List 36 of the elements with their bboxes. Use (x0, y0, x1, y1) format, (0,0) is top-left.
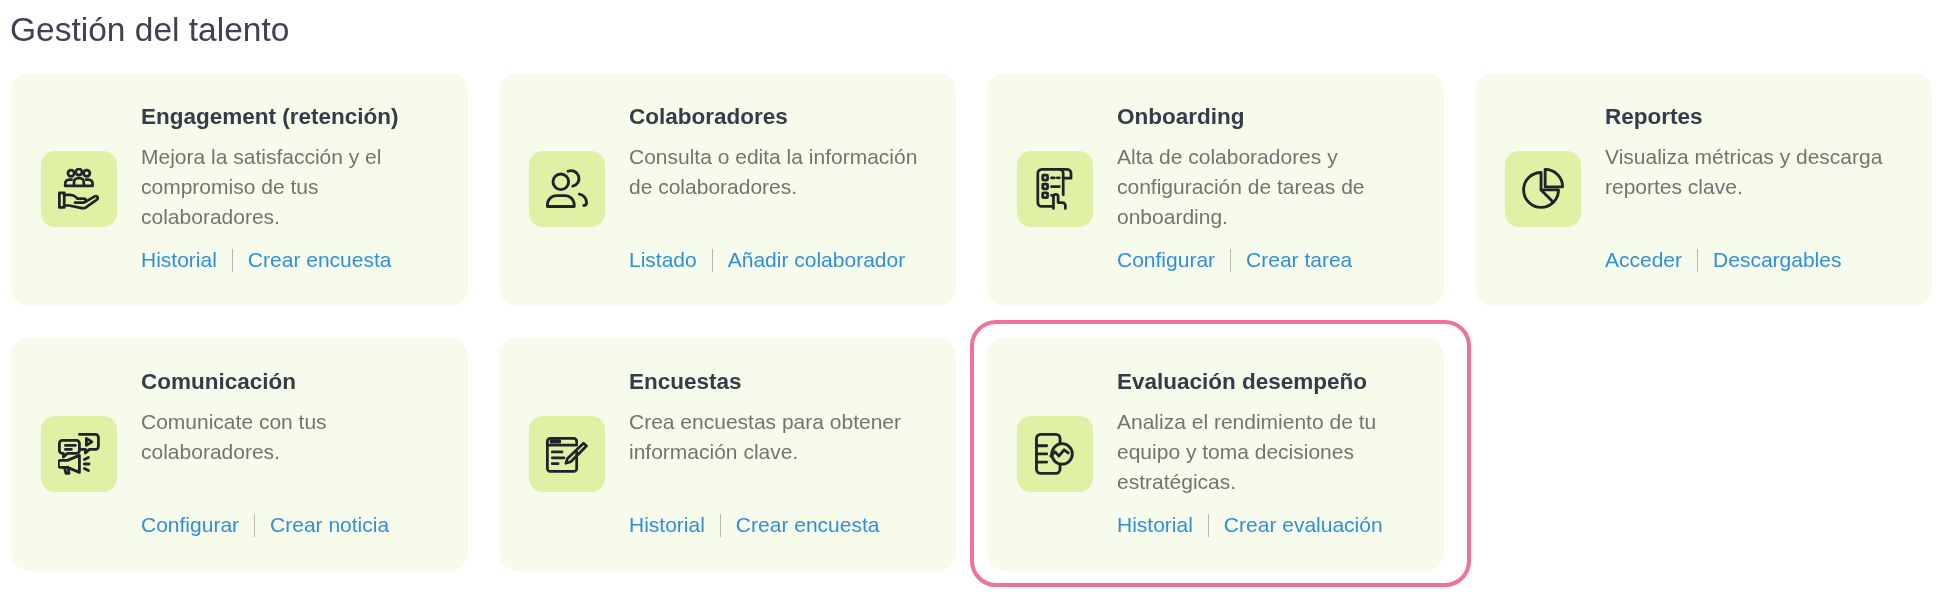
card-link[interactable]: Configurar (141, 511, 240, 539)
pie-chart-icon (1505, 150, 1581, 227)
megaphone-icon (41, 415, 117, 492)
card-link[interactable]: Acceder (1605, 246, 1683, 274)
card-description: Comunicate con tus colaboradores. (141, 409, 328, 465)
card-link[interactable]: Crear evaluación (1223, 511, 1383, 539)
card-title: Encuestas (629, 368, 743, 396)
card-title: Reportes (1605, 103, 1704, 131)
card-description: Alta de colaboradores y configuración de tareas de onboarding. (1117, 144, 1366, 230)
card-link[interactable]: Crear noticia (270, 511, 390, 539)
card-link[interactable]: Configurar (1117, 246, 1216, 274)
card-description: Visualiza métricas y descarga reportes clave. (1605, 144, 1884, 200)
checklist-icon (1017, 150, 1093, 227)
card-link[interactable]: Listado (629, 246, 697, 274)
form-with-pencil-icon (529, 415, 605, 492)
hand-with-people-icon (41, 150, 117, 227)
card-link[interactable]: Historial (629, 511, 705, 539)
card-link[interactable]: Crear tarea (1246, 246, 1353, 274)
card-description: Analiza el rendimiento de tu equipo y toma decisiones estratégicas. (1117, 409, 1378, 495)
page-title: Gestión del talento (10, 10, 291, 50)
card-link[interactable]: Crear encuesta (247, 246, 392, 274)
card-link[interactable]: Historial (141, 246, 217, 274)
card-link[interactable]: Crear encuesta (735, 511, 880, 539)
card-title: Colaboradores (629, 103, 789, 131)
document-with-chart-icon (1017, 415, 1093, 492)
card-description: Consulta o edita la información de colaboradores. (629, 144, 919, 200)
card-description: Mejora la satisfacción y el compromiso de tus colaboradores. (141, 144, 383, 230)
card-title: Comunicación (141, 368, 298, 396)
card-link[interactable]: Añadir colaborador (727, 246, 906, 274)
card-description: Crea encuestas para obtener información clave. (629, 409, 902, 465)
card-link[interactable]: Descargables (1713, 246, 1842, 274)
people-icon (529, 150, 605, 227)
card-title: Evaluación desempeño (1117, 368, 1369, 396)
card-title: Engagement (retención) (141, 103, 400, 131)
card-title: Onboarding (1117, 103, 1246, 131)
card-link[interactable]: Historial (1117, 511, 1193, 539)
